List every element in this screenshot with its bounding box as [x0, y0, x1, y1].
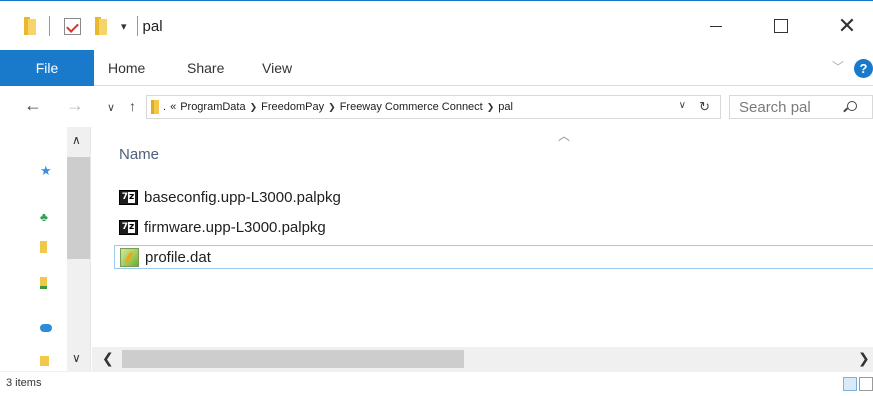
column-header-name[interactable]: Name: [119, 146, 159, 163]
search-icon: [847, 101, 857, 111]
address-overflow[interactable]: «: [170, 101, 176, 113]
address-bar[interactable]: . « ProgramData ❯ FreedomPay ❯ Freeway C…: [146, 95, 721, 119]
tab-home[interactable]: Home: [108, 50, 145, 86]
sort-ascending-icon: ︿: [558, 129, 571, 143]
back-button[interactable]: ←: [24, 95, 42, 116]
scroll-right-chevron-icon[interactable]: ❯: [858, 350, 870, 367]
refresh-icon[interactable]: ↻: [699, 99, 710, 115]
onedrive-cloud-icon[interactable]: [40, 319, 54, 333]
scroll-up-chevron-icon[interactable]: ∧: [72, 133, 81, 147]
address-dot: .: [163, 101, 167, 113]
forward-button[interactable]: →: [66, 95, 84, 116]
new-folder-icon[interactable]: [95, 17, 109, 35]
file-item[interactable]: 7z firmware.upp-L3000.palpkg: [114, 215, 873, 239]
search-input[interactable]: Search pal: [739, 99, 811, 116]
scroll-left-chevron-icon[interactable]: ❮: [102, 350, 114, 367]
horizontal-scrollbar[interactable]: ❮ ❯: [92, 347, 873, 371]
large-icons-view-icon[interactable]: [859, 377, 873, 391]
tab-share[interactable]: Share: [187, 50, 224, 86]
navigation-scroll-thumb[interactable]: [67, 157, 90, 259]
up-button[interactable]: ↑: [129, 98, 136, 114]
divider: [49, 16, 50, 36]
file-name: baseconfig.upp-L3000.palpkg: [144, 188, 341, 206]
maximize-button[interactable]: [751, 1, 811, 51]
maximize-icon: [774, 19, 788, 33]
7z-archive-icon: 7z: [119, 189, 138, 205]
network-icon[interactable]: ♣: [40, 210, 54, 224]
divider: [136, 16, 138, 36]
search-box[interactable]: Search pal: [729, 95, 873, 119]
folder-icon[interactable]: [40, 240, 54, 254]
ribbon: File Home Share View ﹀ ?: [0, 50, 873, 86]
status-bar: 3 items: [0, 371, 873, 396]
customize-toolbar-button[interactable]: ▾: [121, 20, 127, 33]
file-item[interactable]: profile.dat: [114, 245, 873, 269]
7z-archive-icon: 7z: [119, 219, 138, 235]
navigation-pane: ★ ♣ ∧ ∨: [0, 127, 91, 371]
tab-file[interactable]: File: [0, 50, 94, 86]
file-name: firmware.upp-L3000.palpkg: [144, 218, 326, 236]
item-count: 3 items: [6, 377, 42, 389]
window-title: pal: [142, 17, 163, 35]
title-bar: ▾ pal ✕: [0, 0, 873, 50]
folder-icon[interactable]: [40, 353, 54, 367]
breadcrumb-programdata[interactable]: ProgramData: [180, 101, 245, 113]
folder-icon[interactable]: [40, 276, 54, 290]
folder-icon: [151, 100, 159, 114]
recent-locations-chevron-icon[interactable]: ∨: [107, 101, 115, 114]
expand-ribbon-chevron-icon[interactable]: ﹀: [832, 58, 844, 75]
minimize-icon: [710, 25, 722, 27]
breadcrumb-separator-icon[interactable]: ❯: [328, 102, 336, 113]
close-icon: ✕: [837, 13, 857, 38]
details-view-icon[interactable]: [843, 377, 857, 391]
properties-icon[interactable]: [64, 17, 81, 35]
scroll-down-chevron-icon[interactable]: ∨: [72, 351, 81, 365]
close-button[interactable]: ✕: [817, 1, 873, 51]
navigation-bar: ← → ∨ ↑ . « ProgramData ❯ FreedomPay ❯ F…: [0, 87, 873, 127]
quick-access-star-icon[interactable]: ★: [40, 163, 54, 178]
breadcrumb-freedompay[interactable]: FreedomPay: [261, 101, 324, 113]
folder-icon: [24, 17, 38, 35]
address-dropdown-icon[interactable]: ∨: [679, 100, 686, 111]
breadcrumb-freeway-commerce-connect[interactable]: Freeway Commerce Connect: [340, 101, 483, 113]
breadcrumb-pal[interactable]: pal: [498, 101, 513, 113]
dat-file-icon: [120, 247, 139, 267]
file-item[interactable]: 7z baseconfig.upp-L3000.palpkg: [114, 185, 873, 209]
quick-access-toolbar: ▾ pal: [0, 1, 163, 51]
file-name: profile.dat: [145, 248, 211, 266]
breadcrumb-separator-icon[interactable]: ❯: [250, 102, 258, 113]
file-list: ︿ Name 7z baseconfig.upp-L3000.palpkg 7z…: [92, 127, 873, 347]
tab-view[interactable]: View: [262, 50, 292, 86]
help-button[interactable]: ?: [854, 59, 873, 78]
minimize-button[interactable]: [686, 1, 746, 51]
breadcrumb-separator-icon[interactable]: ❯: [487, 102, 495, 113]
horizontal-scroll-thumb[interactable]: [122, 350, 464, 368]
